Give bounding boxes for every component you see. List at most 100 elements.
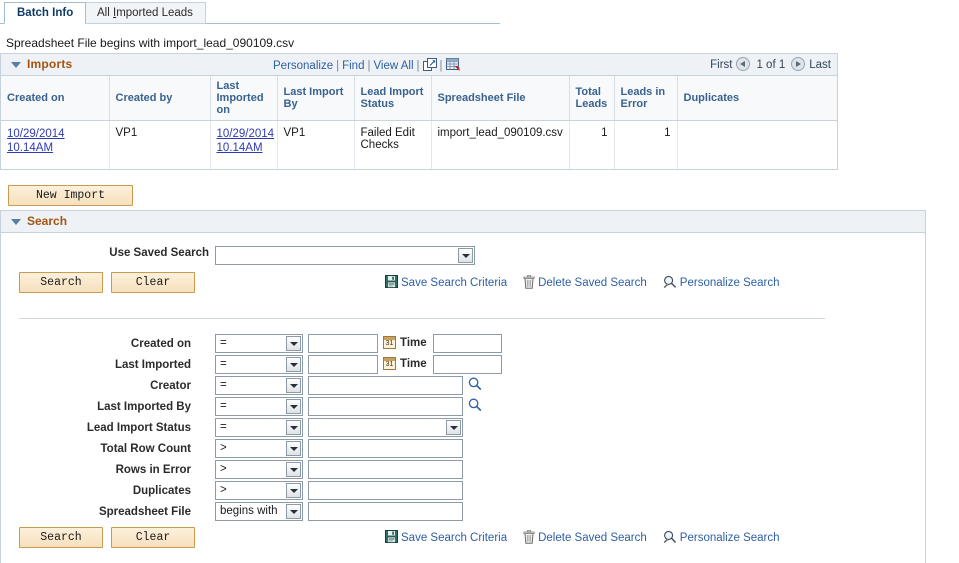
criteria-value-spreadsheet-file[interactable] [308,502,463,521]
find-link[interactable]: Find [342,60,364,72]
delete-saved-search-top[interactable]: Delete Saved Search [523,275,647,289]
personalize-search-bottom[interactable]: Personalize Search [663,530,780,544]
search-action-links-bottom: Save Search Criteria Delete Saved Search P… [385,530,796,544]
delete-saved-search-link-top[interactable]: Delete Saved Search [538,277,647,289]
criteria-value-lead-import-status[interactable] [308,418,463,437]
criteria-operator-created-on[interactable]: = [215,334,303,353]
criteria-value-creator[interactable] [308,376,463,395]
criteria-label-creator: Creator [150,380,191,392]
clear-button-top[interactable]: Clear [111,272,195,293]
search-collapse-triangle-icon[interactable] [11,219,21,225]
use-saved-search-select[interactable] [215,246,475,265]
save-search-criteria-bottom[interactable]: Save Search Criteria [385,530,507,544]
personalize-magnifier-icon [663,275,677,289]
search-button-bottom[interactable]: Search [19,527,103,548]
column-header-created-by[interactable]: Created by [109,76,211,121]
new-window-icon[interactable] [422,58,437,71]
delete-saved-search-link-bottom[interactable]: Delete Saved Search [538,532,647,544]
time-label-last-imported: Time [400,358,427,370]
criteria-label-last-imported-by: Last Imported By [97,401,191,413]
tab-strip: Batch Info All Imported Leads [0,0,500,24]
download-to-spreadsheet-icon[interactable] [445,58,461,72]
personalize-search-link-bottom[interactable]: Personalize Search [680,532,780,544]
lookup-magnifier-icon-creator[interactable] [468,377,482,391]
imports-grid: Imports Personalize | Find | View All | | Firs… [0,53,838,170]
next-arrow-icon[interactable] [791,57,806,71]
imports-grid-titlebar: Imports Personalize | Find | View All | | Firs… [1,54,837,76]
criteria-value-duplicates[interactable] [308,481,463,500]
criteria-operator-duplicates-value: > [220,484,227,496]
personalize-search-link-top[interactable]: Personalize Search [680,277,780,289]
criteria-operator-duplicates[interactable]: > [215,481,303,500]
criteria-value-last-imported[interactable] [308,355,378,374]
lookup-magnifier-icon-last-imported-by[interactable] [468,398,482,412]
criteria-time-created-on[interactable] [433,334,502,353]
trash-can-icon [523,275,535,289]
pager-first-link[interactable]: First [710,59,732,71]
criteria-label-created-on: Created on [130,338,191,350]
collapse-triangle-icon[interactable] [11,62,21,68]
action-separator-4: | [439,60,443,72]
criteria-label-last-imported: Last Imported [114,359,191,371]
last-imported-time-link[interactable]: 10.14AM [217,141,271,155]
calendar-icon-created-on[interactable] [383,336,396,349]
column-header-created-on[interactable]: Created on [1,76,110,121]
last-imported-date-link[interactable]: 10/29/2014 [217,127,275,141]
created-on-date-link[interactable]: 10/29/2014 [7,127,103,141]
personalize-link[interactable]: Personalize [273,60,333,72]
save-search-criteria-link-top[interactable]: Save Search Criteria [401,277,507,289]
column-header-lead-import-status[interactable]: Lead Import Status [354,76,432,121]
criteria-label-total-row-count: Total Row Count [100,443,192,455]
delete-saved-search-bottom[interactable]: Delete Saved Search [523,530,647,544]
column-header-leads-in-error[interactable]: Leads in Error [614,76,678,121]
clear-button-bottom[interactable]: Clear [111,527,195,548]
personalize-search-top[interactable]: Personalize Search [663,275,780,289]
tab-batch-info[interactable]: Batch Info [4,2,87,24]
save-search-criteria-link-bottom[interactable]: Save Search Criteria [401,532,507,544]
criteria-value-total-row-count[interactable] [308,439,463,458]
imports-grid-title: Imports [27,57,73,71]
column-header-spreadsheet-file[interactable]: Spreadsheet File [431,76,570,121]
previous-arrow-icon[interactable] [736,57,751,71]
chevron-down-icon [286,483,301,498]
column-header-duplicates[interactable]: Duplicates [677,76,837,121]
created-on-time-link[interactable]: 10.14AM [7,141,103,155]
search-button-top[interactable]: Search [19,272,103,293]
cell-duplicates [677,121,837,169]
pager-last-link[interactable]: Last [809,59,831,71]
criteria-operator-last-imported[interactable]: = [215,355,303,374]
chevron-down-icon [446,420,461,435]
criteria-operator-rows-in-error-value: > [220,463,227,475]
criteria-operator-total-row-count[interactable]: > [215,439,303,458]
criteria-time-last-imported[interactable] [433,355,502,374]
chevron-down-icon [286,357,301,372]
criteria-operator-creator[interactable]: = [215,376,303,395]
criteria-value-rows-in-error[interactable] [308,460,463,479]
criteria-operator-total-row-count-value: > [220,442,227,454]
save-search-criteria-top[interactable]: Save Search Criteria [385,275,507,289]
chevron-down-icon [286,399,301,414]
cell-total-leads: 1 [569,120,615,169]
tab-all-imported-leads[interactable]: All Imported Leads [84,2,206,24]
new-import-button[interactable]: New Import [8,185,133,206]
search-panel-title: Search [27,214,68,228]
criteria-value-last-imported-by[interactable] [308,397,463,416]
column-header-last-import-by[interactable]: Last Import By [277,76,355,121]
criteria-value-created-on[interactable] [308,334,378,353]
chevron-down-icon [286,336,301,351]
criteria-operator-last-imported-by[interactable]: = [215,397,303,416]
criteria-operator-lead-import-status[interactable]: = [215,418,303,437]
cell-last-import-by: VP1 [277,120,355,169]
criteria-operator-last-imported-by-value: = [220,400,227,412]
column-header-total-leads[interactable]: Total Leads [569,76,615,121]
view-all-link[interactable]: View All [373,60,413,72]
criteria-operator-rows-in-error[interactable]: > [215,460,303,479]
column-header-last-imported-on[interactable]: Last Imported on [210,76,278,121]
chevron-down-icon [286,420,301,435]
criteria-operator-spreadsheet-file[interactable]: begins with [215,502,303,521]
use-saved-search-label: Use Saved Search [109,247,209,259]
cell-created-on: 10/29/2014 10.14AM [1,120,110,169]
calendar-icon-last-imported[interactable] [383,357,396,370]
criteria-label-rows-in-error: Rows in Error [115,464,191,476]
criteria-label-lead-import-status: Lead Import Status [86,422,191,434]
